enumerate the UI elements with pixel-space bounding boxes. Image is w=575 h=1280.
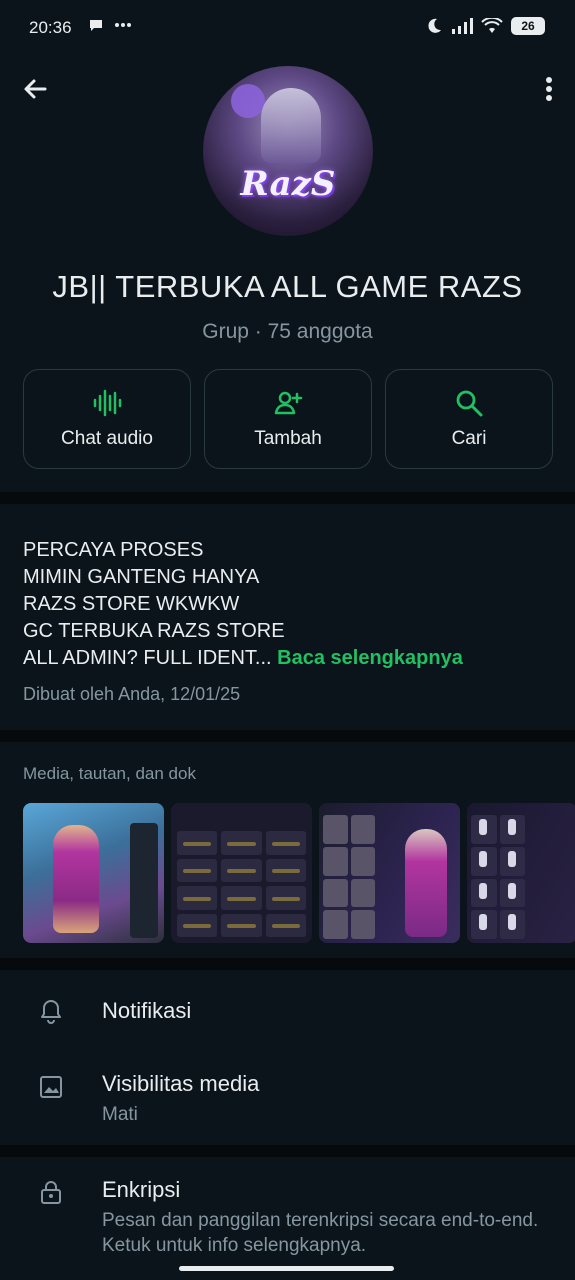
battery-icon: 26 (511, 17, 545, 35)
group-description[interactable]: PERCAYA PROSES MIMIN GANTENG HANYA RAZS … (23, 537, 558, 672)
action-buttons: Chat audio Tambah Cari (23, 369, 553, 469)
media-thumbnail[interactable] (23, 803, 164, 943)
description-line: GC TERBUKA RAZS STORE (23, 620, 285, 642)
thumbnail-art (405, 829, 447, 937)
add-member-label: Tambah (254, 428, 322, 449)
media-visibility-value: Mati (102, 1104, 138, 1125)
group-avatar[interactable]: RazS (203, 66, 373, 236)
chat-bubble-icon (90, 20, 102, 31)
group-meta: Grup · 75 anggota (202, 320, 373, 343)
media-thumbnails (23, 803, 575, 943)
chat-audio-label: Chat audio (61, 428, 153, 449)
group-title[interactable]: JB|| TERBUKA ALL GAME RAZS (0, 269, 575, 305)
moon-icon (428, 18, 441, 33)
divider (0, 492, 575, 504)
description-line: PERCAYA PROSES (23, 539, 204, 561)
divider (0, 730, 575, 742)
media-thumbnail[interactable] (467, 803, 575, 943)
search-icon (456, 390, 483, 417)
thumbnail-art (471, 815, 525, 939)
chat-audio-button[interactable]: Chat audio (23, 369, 191, 469)
thumbnail-art (323, 815, 375, 939)
status-bar: 20:36 26 (0, 0, 575, 56)
media-thumbnail[interactable] (171, 803, 312, 943)
thumbnail-art (130, 823, 158, 938)
thumbnail-art (177, 831, 306, 937)
image-icon (40, 1076, 62, 1098)
search-button[interactable]: Cari (385, 369, 553, 469)
navigation-bar (0, 1256, 575, 1280)
encryption-description: Pesan dan panggilan terenkripsi secara e… (102, 1210, 539, 1256)
home-handle[interactable] (179, 1266, 394, 1271)
encryption-title: Enkripsi (102, 1177, 181, 1202)
avatar-art-figure (261, 88, 321, 163)
lock-icon (41, 1181, 61, 1204)
add-member-button[interactable]: Tambah (204, 369, 372, 469)
wifi-icon (481, 18, 503, 33)
bell-icon (41, 1000, 61, 1024)
avatar-logo: RazS (240, 164, 336, 204)
signal-icon (452, 18, 473, 34)
dots-icon (115, 23, 131, 27)
encryption-row[interactable]: Enkripsi Pesan dan panggilan terenkripsi… (0, 1157, 575, 1257)
search-label: Cari (451, 428, 487, 449)
audio-wave-icon (93, 389, 122, 417)
media-visibility-title: Visibilitas media (102, 1071, 260, 1096)
notifications-title: Notifikasi (102, 998, 192, 1023)
divider (0, 1145, 575, 1157)
media-section-title[interactable]: Media, tautan, dan dok (23, 764, 196, 784)
created-by-text: Dibuat oleh Anda, 12/01/25 (23, 684, 241, 704)
description-line: RAZS STORE WKWKW (23, 593, 240, 615)
media-thumbnail[interactable] (319, 803, 460, 943)
media-visibility-row[interactable]: Visibilitas media Mati (0, 1060, 575, 1140)
thumbnail-art (53, 825, 99, 933)
avatar-art-hand (231, 84, 265, 118)
status-time: 20:36 (29, 18, 72, 37)
divider (0, 958, 575, 970)
add-person-icon (274, 391, 303, 415)
description-line: MIMIN GANTENG HANYA (23, 566, 260, 588)
description-line: ALL ADMIN? FULL IDENT... (23, 647, 272, 669)
read-more-link[interactable]: Baca selengkapnya (277, 647, 463, 669)
notifications-row[interactable]: Notifikasi (0, 970, 575, 1050)
vertical-dots-icon[interactable] (525, 74, 555, 104)
arrow-left-icon[interactable] (20, 74, 50, 104)
